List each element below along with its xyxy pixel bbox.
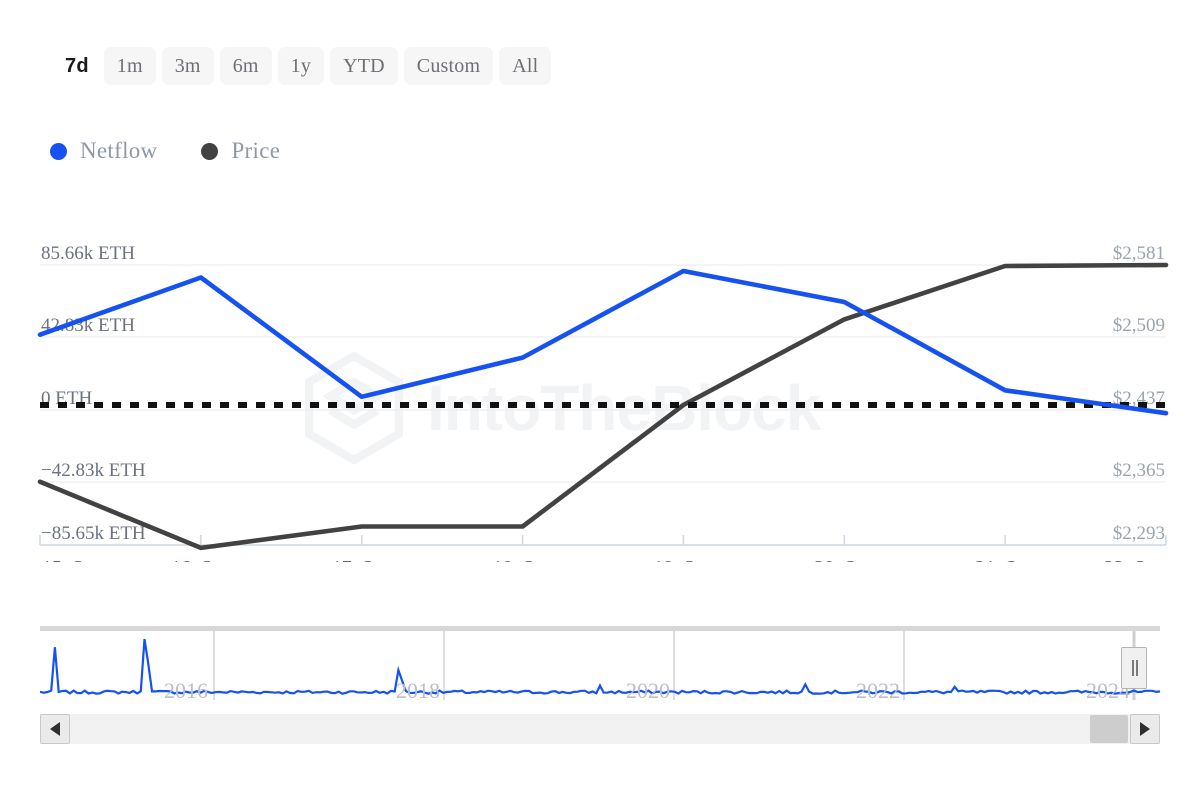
arrow-right-icon (1140, 722, 1150, 736)
y-axis-left-labels: 85.66k ETH42.83k ETH0 ETH−42.83k ETH−85.… (41, 243, 146, 544)
scroll-left-button[interactable] (40, 714, 70, 744)
x-axis-tick-3: 18. Sep (493, 557, 553, 562)
navigator-top-bar (40, 626, 1160, 631)
legend-item-price[interactable]: Price (201, 138, 280, 164)
navigator[interactable]: 2016 2018 2020 2022 2024 (39, 620, 1161, 708)
axis-ticks (39, 535, 1167, 545)
range-button-all[interactable]: All (499, 47, 552, 85)
range-button-6m[interactable]: 6m (219, 47, 272, 85)
x-axis-tick-5: 20. Sep (814, 557, 874, 562)
range-button-1y[interactable]: 1y (277, 47, 325, 85)
y-axis-left-tick-3: −42.83k ETH (41, 460, 146, 481)
x-axis-tick-1: 16. Sep (171, 557, 231, 562)
chart-page: 7d 1m 3m 6m 1y YTD Custom All Netflow Pr… (0, 0, 1200, 800)
x-axis-tick-6: 21. Sep (975, 557, 1035, 562)
range-button-7d[interactable]: 7d (56, 47, 98, 85)
x-axis-tick-7: 22. Sep (1104, 557, 1164, 562)
x-axis-tick-2: 17. Sep (332, 557, 392, 562)
y-axis-right-tick-4: $2,293 (1113, 523, 1165, 544)
x-axis-tick-4: 19. Sep (653, 557, 713, 562)
range-selector: 7d 1m 3m 6m 1y YTD Custom All (56, 46, 552, 86)
x-axis-labels: 15. Sep 16. Sep 17. Sep 18. Sep 19. Sep 20. S… (42, 557, 1164, 562)
range-button-ytd[interactable]: YTD (330, 47, 398, 85)
navigator-handle-right[interactable] (1121, 647, 1147, 689)
legend-item-netflow[interactable]: Netflow (50, 138, 157, 164)
scroll-thumb[interactable] (1090, 715, 1128, 743)
range-button-custom[interactable]: Custom (403, 47, 494, 85)
horizontal-scrollbar[interactable] (40, 714, 1160, 744)
y-axis-right-tick-1: $2,509 (1113, 315, 1165, 336)
chart-svg: 85.66k ETH42.83k ETH0 ETH−42.83k ETH−85.… (37, 243, 1170, 562)
arrow-left-icon (50, 722, 60, 736)
y-axis-right-tick-0: $2,581 (1113, 243, 1165, 264)
range-button-3m[interactable]: 3m (161, 47, 214, 85)
legend-dot-icon-price (201, 142, 219, 160)
chart-legend: Netflow Price (50, 130, 280, 172)
legend-dot-icon-netflow (50, 142, 67, 160)
legend-label-netflow: Netflow (80, 138, 158, 163)
range-button-1m[interactable]: 1m (103, 47, 156, 85)
y-axis-left-tick-4: −85.65k ETH (41, 523, 146, 544)
legend-label-price: Price (231, 138, 281, 163)
navigator-series-line (39, 638, 1161, 695)
series-line-netflow (37, 268, 1169, 416)
x-axis-tick-0: 15. Sep (42, 557, 102, 562)
y-axis-right-tick-3: $2,365 (1113, 460, 1165, 481)
y-axis-left-tick-0: 85.66k ETH (41, 243, 135, 264)
y-axis-right-labels: $2,581$2,509$2,437$2,365$2,293 (1113, 243, 1165, 544)
chart-plot-area: 85.66k ETH 42.83k ETH 0 ETH −42.83k ETH −85.… (0, 232, 1200, 562)
drag-handle-icon (1132, 660, 1134, 676)
navigator-svg[interactable] (39, 620, 1161, 708)
scroll-right-button[interactable] (1130, 714, 1160, 744)
